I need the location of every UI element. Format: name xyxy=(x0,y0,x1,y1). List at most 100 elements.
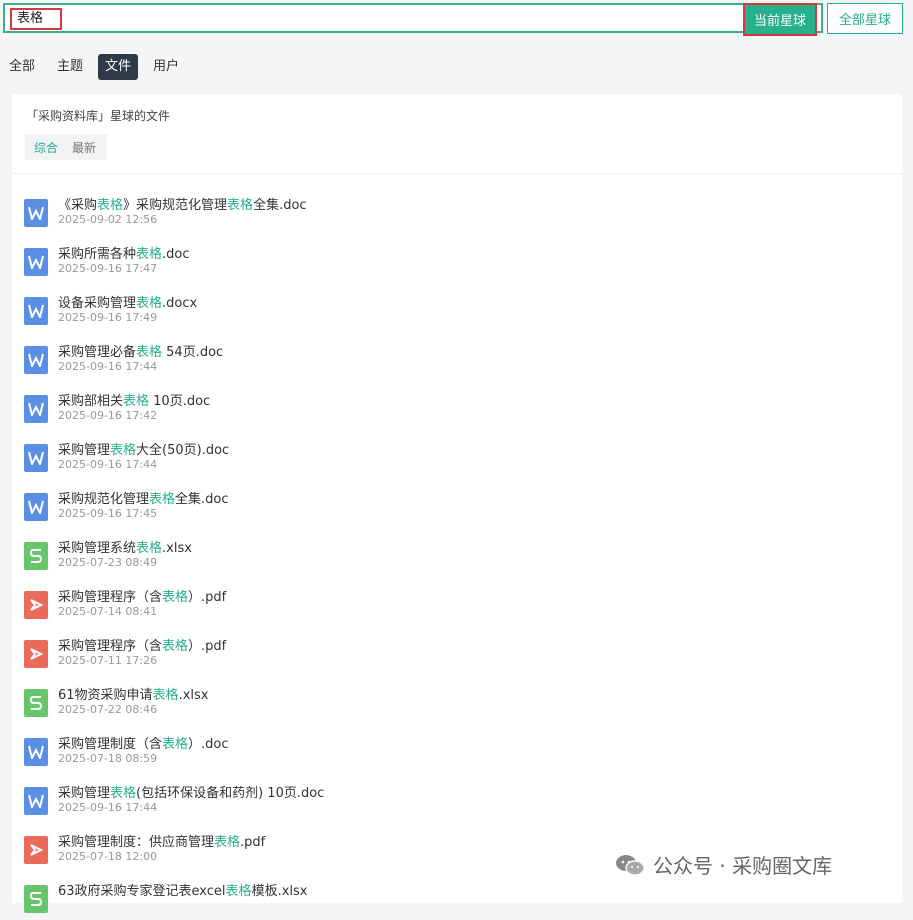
file-name-part: .docx xyxy=(162,296,198,311)
file-time: 2025-09-16 17:45 xyxy=(58,507,158,520)
sort-comprehensive[interactable]: 综合 xyxy=(34,139,58,156)
tab-topics[interactable]: 主题 xyxy=(50,54,91,80)
file-name-part: 54页.doc xyxy=(162,345,224,360)
file-name-part: 《采购 xyxy=(58,198,98,213)
file-name-part: 采购管理 xyxy=(58,443,111,458)
file-name-part: .pdf xyxy=(240,835,266,850)
file-name-keyword: 表格 xyxy=(225,884,252,899)
file-name-part: 采购规范化管理 xyxy=(58,492,150,507)
file-name-part: ）.pdf xyxy=(188,590,227,605)
file-row[interactable]: 采购管理程序（含表格）.pdf 2025-07-11 17:26 xyxy=(24,635,884,675)
file-name-part: ）.pdf xyxy=(188,639,227,654)
file-row[interactable]: 采购管理系统表格.xlsx 2025-07-23 08:49 xyxy=(24,537,884,577)
sort-latest[interactable]: 最新 xyxy=(72,139,96,156)
file-row[interactable]: 采购管理表格(包括环保设备和药剂) 10页.doc 2025-09-16 17:4… xyxy=(24,782,884,822)
file-name-part: 采购管理系统 xyxy=(58,541,137,556)
tab-files[interactable]: 文件 xyxy=(98,54,139,80)
file-name-keyword: 表格 xyxy=(136,541,163,556)
file-row[interactable]: 63政府采购专家登记表excel表格模板.xlsx xyxy=(24,880,884,920)
pdf-file-icon xyxy=(24,640,48,668)
all-planets-button[interactable]: 全部星球 xyxy=(827,3,903,34)
file-name-keyword: 表格 xyxy=(123,394,150,409)
file-time: 2025-07-14 08:41 xyxy=(58,605,158,618)
file-row[interactable]: 采购管理表格大全(50页).doc 2025-09-16 17:44 xyxy=(24,439,884,479)
file-name-keyword: 表格 xyxy=(110,786,137,801)
file-row[interactable]: 采购所需各种表格.doc 2025-09-16 17:47 xyxy=(24,243,884,283)
file-name-part: 采购管理程序（含 xyxy=(58,590,163,605)
pdf-file-icon xyxy=(24,591,48,619)
file-time: 2025-07-18 08:59 xyxy=(58,752,158,765)
file-row[interactable]: 采购管理制度（含表格）.doc 2025-07-18 08:59 xyxy=(24,733,884,773)
word-file-icon xyxy=(24,346,48,374)
word-file-icon xyxy=(24,493,48,521)
word-file-icon xyxy=(24,248,48,276)
file-time: 2025-09-16 17:49 xyxy=(58,311,158,324)
file-name-keyword: 表格 xyxy=(136,296,163,311)
file-name[interactable]: 采购所需各种表格.doc xyxy=(58,243,190,262)
file-time: 2025-09-16 17:47 xyxy=(58,262,158,275)
tab-all[interactable]: 全部 xyxy=(2,54,43,80)
file-row[interactable]: 采购部相关表格 10页.doc 2025-09-16 17:42 xyxy=(24,390,884,430)
file-name[interactable]: 采购管理程序（含表格）.pdf xyxy=(58,586,226,605)
file-name-part: 61物资采购申请 xyxy=(58,688,153,703)
search-input[interactable]: 表格 xyxy=(10,8,62,30)
file-time: 2025-09-02 12:56 xyxy=(58,213,158,226)
wechat-icon xyxy=(616,854,645,876)
file-row[interactable]: 采购管理程序（含表格）.pdf 2025-07-14 08:41 xyxy=(24,586,884,626)
sort-options: 综合 最新 xyxy=(25,134,107,160)
file-name-part: 采购部相关 xyxy=(58,394,124,409)
file-name-part: 采购管理必备 xyxy=(58,345,137,360)
file-name-keyword: 表格 xyxy=(162,639,189,654)
divider xyxy=(12,173,902,174)
file-name[interactable]: 采购部相关表格 10页.doc xyxy=(58,390,210,409)
file-row[interactable]: 设备采购管理表格.docx 2025-09-16 17:49 xyxy=(24,292,884,332)
file-name[interactable]: 《采购表格》采购规范化管理表格全集.doc xyxy=(58,194,307,213)
watermark: 公众号 · 采购圈文库 xyxy=(615,850,832,879)
excel-file-icon xyxy=(24,885,48,913)
file-name-keyword: 表格 xyxy=(162,737,189,752)
search-bar[interactable]: 表格 xyxy=(3,3,823,33)
excel-file-icon xyxy=(24,542,48,570)
file-name-keyword: 表格 xyxy=(214,835,241,850)
word-file-icon xyxy=(24,395,48,423)
file-name-keyword: 表格 xyxy=(110,443,137,458)
file-name[interactable]: 采购管理必备表格 54页.doc xyxy=(58,341,223,360)
file-name-part: (包括环保设备和药剂) 10页.doc xyxy=(136,786,325,801)
file-name[interactable]: 采购管理系统表格.xlsx xyxy=(58,537,192,556)
file-name[interactable]: 采购规范化管理表格全集.doc xyxy=(58,488,229,507)
file-name[interactable]: 设备采购管理表格.docx xyxy=(58,292,197,311)
file-name[interactable]: 采购管理表格(包括环保设备和药剂) 10页.doc xyxy=(58,782,324,801)
file-name-keyword: 表格 xyxy=(136,345,163,360)
file-name[interactable]: 63政府采购专家登记表excel表格模板.xlsx xyxy=(58,880,307,899)
file-name[interactable]: 采购管理表格大全(50页).doc xyxy=(58,439,229,458)
pdf-file-icon xyxy=(24,836,48,864)
file-name-part: 10页.doc xyxy=(149,394,211,409)
file-name-keyword: 表格 xyxy=(136,247,163,262)
file-row[interactable]: 采购规范化管理表格全集.doc 2025-09-16 17:45 xyxy=(24,488,884,528)
file-name[interactable]: 采购管理制度（含表格）.doc xyxy=(58,733,229,752)
file-name-part: .xlsx xyxy=(178,688,209,703)
file-name-part: 全集.doc xyxy=(253,198,307,213)
file-name-part: 63政府采购专家登记表excel xyxy=(58,884,226,899)
tab-users[interactable]: 用户 xyxy=(146,54,187,80)
file-row[interactable]: 采购管理必备表格 54页.doc 2025-09-16 17:44 xyxy=(24,341,884,381)
word-file-icon xyxy=(24,297,48,325)
file-time: 2025-09-16 17:42 xyxy=(58,409,158,422)
file-name-part: 模板.xlsx xyxy=(251,884,308,899)
file-name-part: 采购管理制度（含 xyxy=(58,737,163,752)
file-row[interactable]: 61物资采购申请表格.xlsx 2025-07-22 08:46 xyxy=(24,684,884,724)
file-time: 2025-07-22 08:46 xyxy=(58,703,158,716)
file-name[interactable]: 61物资采购申请表格.xlsx xyxy=(58,684,208,703)
file-time: 2025-09-16 17:44 xyxy=(58,360,158,373)
current-planet-button[interactable]: 当前星球 xyxy=(743,3,817,36)
file-name-part: ）.doc xyxy=(188,737,229,752)
word-file-icon xyxy=(24,787,48,815)
file-name-part: 采购所需各种 xyxy=(58,247,137,262)
file-name[interactable]: 采购管理制度：供应商管理表格.pdf xyxy=(58,831,265,850)
word-file-icon xyxy=(24,738,48,766)
file-name-part: 全集.doc xyxy=(175,492,229,507)
results-panel: 「采购资料库」星球的文件 综合 最新 《采购表格》采购规范化管理表格全集.doc… xyxy=(12,94,902,913)
excel-file-icon xyxy=(24,689,48,717)
file-name[interactable]: 采购管理程序（含表格）.pdf xyxy=(58,635,226,654)
file-row[interactable]: 《采购表格》采购规范化管理表格全集.doc 2025-09-02 12:56 xyxy=(24,194,884,234)
